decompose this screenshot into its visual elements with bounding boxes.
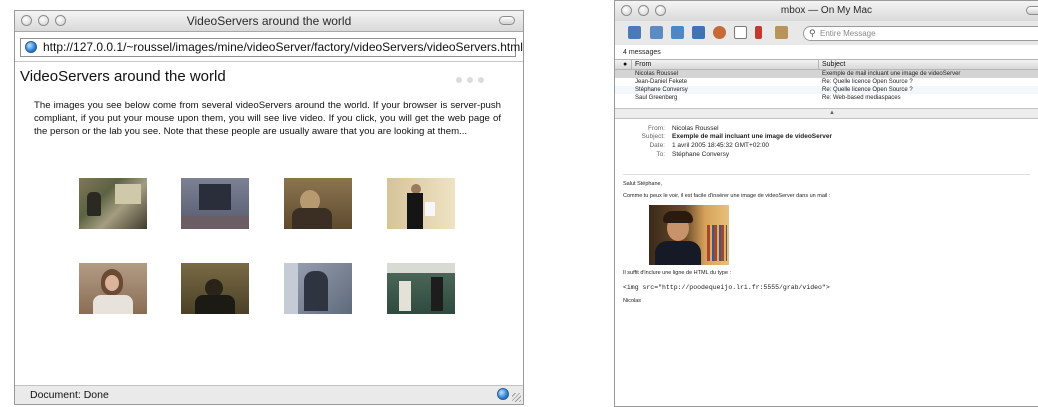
embedded-video-image bbox=[649, 205, 729, 265]
message-row[interactable]: Stéphane Conversy Re: Quelle licence Ope… bbox=[615, 86, 1038, 94]
body-code: <img src="http://poodequeijo.lri.fr:5555… bbox=[623, 284, 830, 291]
window-title: mbox — On My Mac bbox=[780, 5, 873, 16]
message-list-header: ● From Subject bbox=[615, 59, 1038, 70]
header-subject-value: Exemple de mail incluant une image de vi… bbox=[672, 133, 833, 140]
message-from: Nicolas Roussel bbox=[635, 71, 679, 77]
header-to-label: To: bbox=[656, 151, 665, 158]
column-header-subject[interactable]: Subject bbox=[822, 60, 845, 69]
message-subject: Re: Quelle licence Open Source ? bbox=[822, 79, 913, 85]
header-from-value: Nicolas Roussel bbox=[672, 125, 719, 132]
reply-icon[interactable] bbox=[650, 26, 663, 39]
mail-window: mbox — On My Mac ⚲ Entire Message 4 mess… bbox=[614, 0, 1038, 407]
header-date-value: 1 avril 2005 18:45:32 GMT+02:00 bbox=[672, 142, 770, 149]
globe-icon bbox=[25, 41, 37, 53]
message-count: 4 messages bbox=[623, 49, 661, 56]
message-from: Jean-Daniel Fekete bbox=[635, 79, 688, 85]
activity-dot-icon bbox=[456, 77, 462, 83]
activity-dot-icon bbox=[467, 77, 473, 83]
unread-column-icon[interactable]: ● bbox=[623, 60, 627, 69]
videoserver-thumbnail-blackboard[interactable] bbox=[387, 263, 455, 314]
message-subject: Re: Web-based mediaspaces bbox=[822, 95, 901, 101]
globe-icon bbox=[497, 388, 509, 400]
column-header-from[interactable]: From bbox=[635, 60, 651, 69]
forward-icon[interactable] bbox=[692, 26, 705, 39]
pane-splitter[interactable]: ▲ bbox=[615, 108, 1038, 119]
videoserver-thumbnail-office[interactable] bbox=[79, 178, 147, 229]
get-mail-icon[interactable] bbox=[628, 26, 641, 39]
header-date-label: Date: bbox=[649, 142, 665, 149]
header-to-value: Stéphane Conversy bbox=[672, 151, 730, 158]
toolbar-toggle-button[interactable] bbox=[499, 16, 515, 25]
intro-paragraph: The images you see below come from sever… bbox=[34, 100, 501, 138]
body-line: Il suffit d'inclure une ligne de HTML du… bbox=[623, 270, 732, 276]
videoserver-thumbnail-woman[interactable] bbox=[79, 263, 147, 314]
message-row[interactable]: Jean-Daniel Fekete Re: Quelle licence Op… bbox=[615, 78, 1038, 86]
message-subject: Re: Quelle licence Open Source ? bbox=[822, 87, 913, 93]
body-line: Comme tu peux le voir, il est facile d'i… bbox=[623, 193, 831, 199]
new-message-icon[interactable] bbox=[713, 26, 726, 39]
mail-titlebar[interactable]: mbox — On My Mac bbox=[615, 1, 1038, 22]
mailbox-icon[interactable] bbox=[734, 26, 747, 39]
message-row-selected[interactable]: Nicolas Roussel Exemple de mail incluant… bbox=[615, 70, 1038, 78]
browser-titlebar[interactable]: VideoServers around the world bbox=[15, 11, 523, 32]
window-title: VideoServers around the world bbox=[186, 14, 352, 28]
url-bar[interactable]: http://127.0.0.1/~roussel/images/mine/vi… bbox=[20, 38, 523, 57]
videoserver-thumbnail-lab[interactable] bbox=[284, 263, 352, 314]
header-subject-label: Subject: bbox=[641, 133, 666, 140]
junk-icon[interactable] bbox=[775, 26, 788, 39]
toolbar-toggle-button[interactable] bbox=[1026, 6, 1038, 15]
message-subject: Exemple de mail incluant une image de vi… bbox=[822, 71, 961, 77]
resize-grip-icon[interactable] bbox=[512, 393, 521, 402]
reply-all-icon[interactable] bbox=[671, 26, 684, 39]
search-input[interactable]: ⚲ Entire Message bbox=[803, 26, 1038, 41]
splitter-handle-icon[interactable]: ▲ bbox=[829, 109, 835, 118]
videoserver-thumbnail-presenter[interactable] bbox=[387, 178, 455, 229]
body-greeting: Salut Stéphane, bbox=[623, 181, 663, 187]
browser-window: VideoServers around the world http://127… bbox=[14, 10, 524, 405]
header-from-label: From: bbox=[648, 125, 665, 132]
flag-icon[interactable] bbox=[755, 26, 762, 39]
message-from: Saul Greenberg bbox=[635, 95, 678, 101]
videoserver-thumbnail-desk[interactable] bbox=[284, 178, 352, 229]
body-signature: Nicolas bbox=[623, 298, 642, 304]
url-text[interactable]: http://127.0.0.1/~roussel/images/mine/vi… bbox=[43, 40, 523, 55]
search-icon: ⚲ bbox=[809, 28, 816, 38]
header-divider bbox=[623, 174, 1030, 175]
activity-dot-icon bbox=[478, 77, 484, 83]
page-title: VideoServers around the world bbox=[20, 68, 226, 85]
videoserver-thumbnail-man-dark[interactable] bbox=[181, 263, 249, 314]
message-from: Stéphane Conversy bbox=[635, 87, 688, 93]
search-placeholder: Entire Message bbox=[820, 29, 876, 38]
videoserver-thumbnail-room[interactable] bbox=[181, 178, 249, 229]
message-row[interactable]: Saul Greenberg Re: Web-based mediaspaces bbox=[615, 94, 1038, 102]
toolbar-divider bbox=[15, 61, 523, 62]
status-text: Document: Done bbox=[30, 389, 109, 401]
status-bar: Document: Done bbox=[15, 385, 523, 404]
